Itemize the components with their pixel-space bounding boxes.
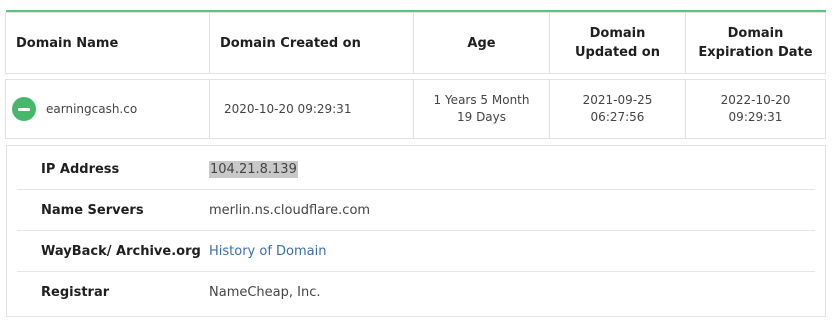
domain-details: IP Address 104.21.8.139 Name Servers mer… xyxy=(6,145,826,317)
ip-address-label: IP Address xyxy=(41,161,120,177)
ip-address-value-wrap: 104.21.8.139 xyxy=(209,160,298,178)
header-domain-created: Domain Created on xyxy=(209,12,414,74)
age-cell: 1 Years 5 Month 19 Days xyxy=(413,79,550,139)
domain-updated-cell: 2021-09-25 06:27:56 xyxy=(549,79,686,139)
ip-address-value[interactable]: 104.21.8.139 xyxy=(209,160,298,178)
domain-expiration-cell: 2022-10-20 09:29:31 xyxy=(685,79,826,139)
header-domain-updated: Domain Updated on xyxy=(549,12,686,74)
name-servers-label: Name Servers xyxy=(41,202,144,218)
header-domain-updated-text: Domain Updated on xyxy=(575,26,660,60)
minus-circle-icon[interactable] xyxy=(12,97,36,121)
header-domain-expiration-text: Domain Expiration Date xyxy=(698,26,813,60)
registrar-label: Registrar xyxy=(41,285,110,300)
header-domain-expiration: Domain Expiration Date xyxy=(685,12,826,74)
history-of-domain-link[interactable]: History of Domain xyxy=(209,244,327,259)
domain-table: Domain Name Domain Created on Age Domain… xyxy=(5,10,826,139)
registrar-value: NameCheap, Inc. xyxy=(209,285,321,300)
detail-row-registrar: Registrar NameCheap, Inc. xyxy=(17,272,815,313)
domain-name-value: earningcash.co xyxy=(46,102,138,116)
domain-name-cell[interactable]: earningcash.co xyxy=(5,79,210,139)
domain-created-cell: 2020-10-20 09:29:31 xyxy=(209,79,414,139)
header-domain-name: Domain Name xyxy=(5,12,210,74)
detail-row-nameservers: Name Servers merlin.ns.cloudflare.com xyxy=(17,190,815,231)
domain-created-value: 2020-10-20 09:29:31 xyxy=(224,102,352,116)
age-value: 1 Years 5 Month 19 Days xyxy=(433,93,530,124)
header-age: Age xyxy=(413,12,550,74)
domain-expiration-value: 2022-10-20 09:29:31 xyxy=(720,93,791,124)
detail-row-ip: IP Address 104.21.8.139 xyxy=(17,149,815,190)
domain-info-panel: Domain Name Domain Created on Age Domain… xyxy=(5,10,826,317)
domain-updated-value: 2021-09-25 06:27:56 xyxy=(582,93,653,124)
name-servers-value: merlin.ns.cloudflare.com xyxy=(209,202,371,218)
wayback-label: WayBack/ Archive.org xyxy=(41,243,201,259)
detail-row-wayback: WayBack/ Archive.org History of Domain xyxy=(17,231,815,272)
